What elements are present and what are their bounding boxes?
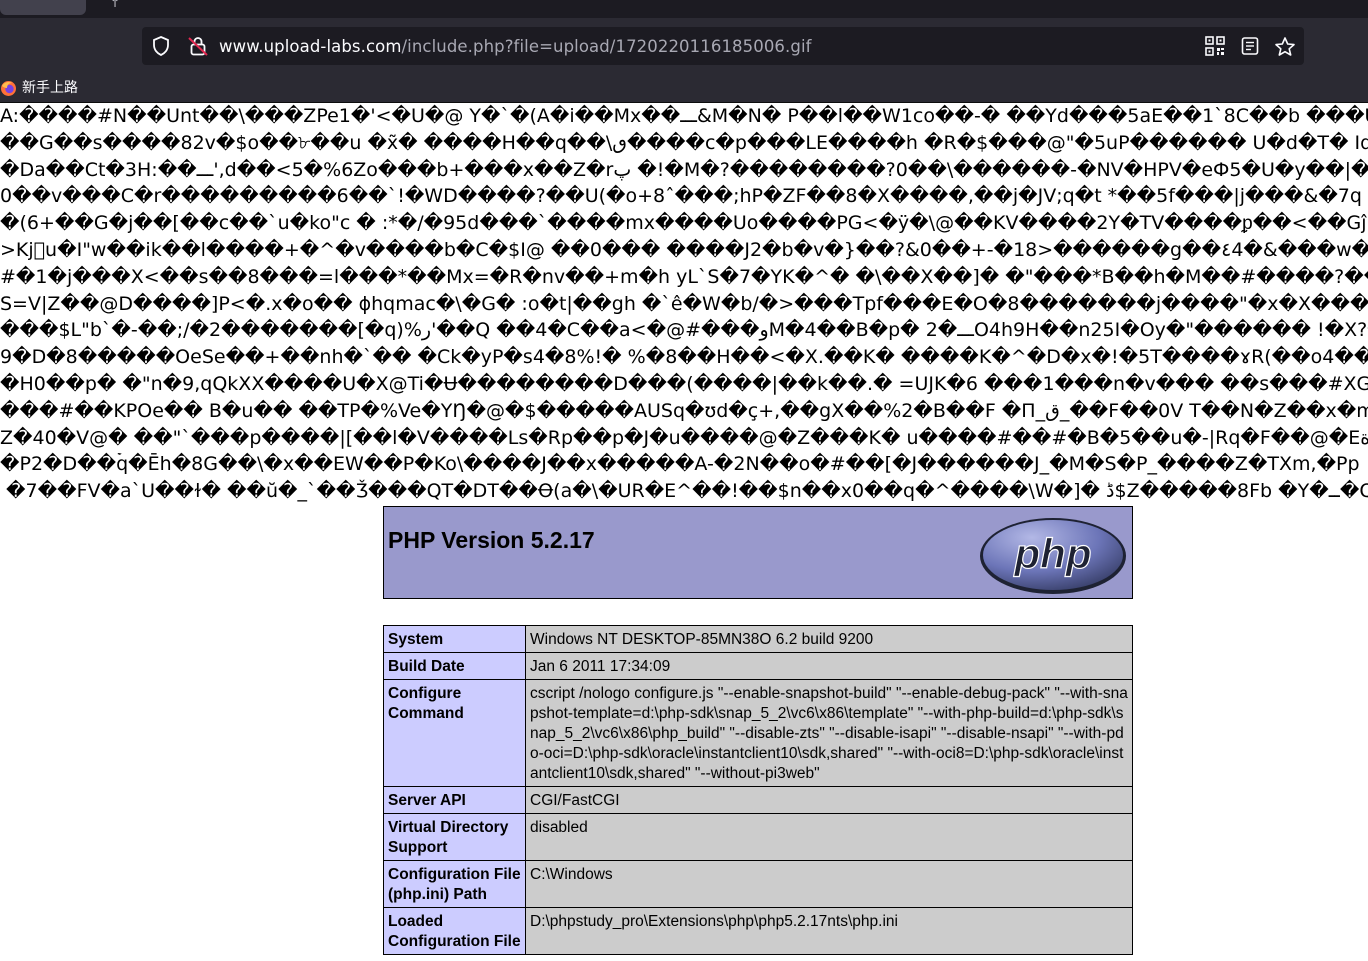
garbage-line: ���$L"b`�-��;/�2�������[�q)%ﺭ'��Q ��4�C�… bbox=[0, 319, 1368, 342]
bookmarks-toolbar: 新手上路 bbox=[0, 74, 1368, 103]
garbage-line: 9�D�8�����OeSe��+��nh�`�� �Ck�yP�s4�8%!�… bbox=[0, 346, 1368, 369]
browser-tab[interactable] bbox=[0, 0, 86, 15]
phpinfo-table: System Windows NT DESKTOP-85MN38O 6.2 bui… bbox=[383, 625, 1133, 955]
garbage-line: ��G��s����82v�$o��৮��u �x̃� ����H��q��\ٯ… bbox=[0, 131, 1368, 154]
garbage-line: �H0��p� �"n�9,qQkXX����U�X@Ti�Ʉ��������D… bbox=[0, 372, 1368, 395]
php-version-title: PHP Version 5.2.17 bbox=[388, 527, 595, 553]
url-path: /include.php?file=upload/172022011618500… bbox=[401, 37, 812, 56]
table-row: Server API CGI/FastCGI bbox=[383, 786, 1133, 814]
table-row: Configuration File (php.ini) Path C:\Wind… bbox=[383, 860, 1133, 908]
row-value: cscript /nologo configure.js "--enable-s… bbox=[525, 679, 1133, 787]
row-value: disabled bbox=[525, 813, 1133, 861]
garbage-line: �Da��Ct�3H:��ـــ',d��<5�%6Zo���b+���x��Z… bbox=[0, 158, 1368, 181]
table-row: Virtual Directory Support disabled bbox=[383, 813, 1133, 861]
phpinfo-header: PHP Version 5.2.17 php bbox=[383, 506, 1133, 599]
garbage-line: #�1�j���X<��s��8���=l���*��Mx=�R�nv��+m�… bbox=[0, 265, 1368, 288]
firefox-icon bbox=[1, 81, 16, 96]
bookmark-star-icon[interactable] bbox=[1274, 36, 1296, 58]
qr-code-icon[interactable] bbox=[1205, 36, 1225, 56]
php-logo-text: php bbox=[1014, 530, 1092, 577]
row-value: Jan 6 2011 17:34:09 bbox=[525, 652, 1133, 680]
row-label: Loaded Configuration File bbox=[383, 907, 526, 955]
row-value: C:\Windows bbox=[525, 860, 1133, 908]
tab-strip: ↑ bbox=[0, 0, 1368, 18]
garbage-line: A:����#N��Unt��\���ZPe1�'<�U�@ Y�`�(A�i�… bbox=[0, 105, 1368, 127]
garbage-line: ���#��KPOe�� B�u�� ��TP�%Ve�YŊ�@�$�����A… bbox=[0, 399, 1368, 422]
row-label: System bbox=[383, 625, 526, 653]
row-label: Virtual Directory Support bbox=[383, 813, 526, 861]
reader-view-icon[interactable] bbox=[1240, 36, 1260, 56]
url-text[interactable]: www.upload-labs.com/include.php?file=upl… bbox=[219, 28, 812, 66]
table-row: Loaded Configuration File D:\phpstudy_pro… bbox=[383, 907, 1133, 955]
table-row: Build Date Jan 6 2011 17:34:09 bbox=[383, 652, 1133, 680]
row-label: Configure Command bbox=[383, 679, 526, 787]
garbage-line: Z�40�V@� ��"`���p����|[��l�V����Ls�Rp��p… bbox=[0, 426, 1368, 449]
bookmark-label: 新手上路 bbox=[22, 80, 78, 96]
tab-arrow-icon[interactable]: ↑ bbox=[110, 0, 120, 10]
table-row: System Windows NT DESKTOP-85MN38O 6.2 bui… bbox=[383, 625, 1133, 653]
row-value: D:\phpstudy_pro\Extensions\php\php5.2.17… bbox=[525, 907, 1133, 955]
row-label: Configuration File (php.ini) Path bbox=[383, 860, 526, 908]
row-label: Build Date bbox=[383, 652, 526, 680]
garbage-line: �P2�D��ۡq�Ēh�8G��\�x��EW��P�Ko\����J��x�… bbox=[0, 453, 1360, 476]
row-value: CGI/FastCGI bbox=[525, 786, 1133, 814]
php-logo[interactable]: php bbox=[978, 516, 1128, 596]
garbage-line: 0��v���C�r���������6��`!�WD����?��U(�o+8… bbox=[0, 185, 1368, 208]
garbage-line: �(6+��G�j��[��c��`u�ko"c � :*�/�95d���`�… bbox=[0, 212, 1368, 235]
garbage-line: S=V|Z��@D����]P<�.x�o�� ɸhqmac�\�G� :o�t… bbox=[0, 292, 1368, 315]
table-row: Configure Command cscript /nologo configu… bbox=[383, 679, 1133, 787]
tracking-protection-shield-icon[interactable] bbox=[150, 35, 172, 57]
binary-garbage-text: A:����#N��Unt��\���ZPe1�'<�U�@ Y�`�(A�i�… bbox=[0, 103, 1368, 506]
garbage-line: >Kj⃞u�I"w��ik��l����+�^�v����b�C�$I@ ��0… bbox=[0, 238, 1368, 261]
garbage-line: �7��FV�a`U��ɫ� ��ŭ�_`��Ǯ���QT�DT��Ꝋ(a�\�… bbox=[6, 480, 1368, 503]
url-domain: www.upload-labs.com bbox=[219, 37, 402, 56]
insecure-lock-icon[interactable] bbox=[187, 35, 209, 57]
row-value: Windows NT DESKTOP-85MN38O 6.2 build 920… bbox=[525, 625, 1133, 653]
row-label: Server API bbox=[383, 786, 526, 814]
